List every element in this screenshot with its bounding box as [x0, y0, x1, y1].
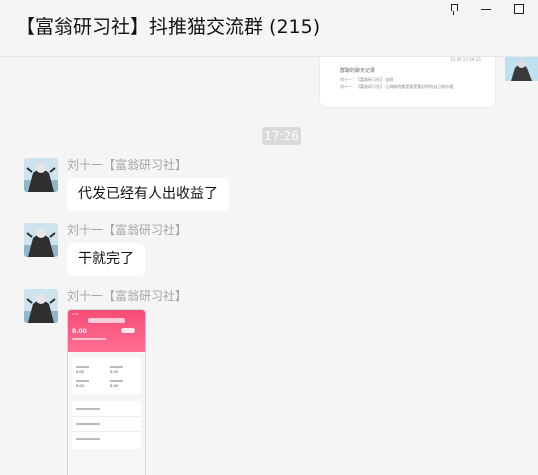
- avatar[interactable]: [24, 289, 58, 323]
- stat-cell: 0.00: [110, 366, 136, 376]
- avatar-image: [24, 158, 58, 192]
- pin-icon: [449, 3, 458, 15]
- stat-cell: 0.00: [76, 366, 102, 376]
- maximize-icon: [514, 4, 524, 14]
- phone-stats-card: 0.00 0.00 0.00 0.00: [72, 358, 141, 394]
- avatar-image: [505, 57, 538, 81]
- phone-header: 9:41 0.00: [68, 310, 145, 352]
- card-line: 刘十一：【富翁研习社】:自刷: [340, 77, 394, 82]
- avatar[interactable]: [24, 158, 58, 192]
- menu-row: [76, 408, 100, 410]
- message-bubble[interactable]: 干就完了: [67, 243, 145, 276]
- divider: [72, 431, 141, 432]
- pin-button[interactable]: [437, 0, 469, 18]
- avatar[interactable]: [24, 223, 58, 257]
- minimize-button[interactable]: [470, 0, 502, 18]
- phone-button: [121, 328, 135, 333]
- avatar[interactable]: [505, 57, 538, 81]
- minimize-icon: [481, 8, 491, 10]
- timestamp: 17:26: [262, 127, 301, 145]
- stat-value: 0.00: [76, 370, 84, 374]
- menu-row: [76, 438, 100, 440]
- stat-label: [110, 380, 123, 382]
- menu-row: [76, 423, 100, 425]
- avatar-image: [24, 289, 58, 323]
- card-meta: 12:09 17:49:15: [450, 57, 481, 62]
- sender-name: 刘十一【富翁研习社】: [67, 289, 188, 303]
- maximize-button[interactable]: [503, 0, 535, 18]
- stat-label: [76, 380, 89, 382]
- avatar-image: [24, 223, 58, 257]
- image-message[interactable]: 9:41 0.00 0.00 0.00 0.00 0.00: [67, 309, 146, 475]
- forwarded-chat-card[interactable]: 12:09 17:49:15 群聊的聊天记录 刘十一：【富翁研习社】:自刷 刘十…: [320, 57, 495, 107]
- divider: [72, 416, 141, 417]
- card-heading: 群聊的聊天记录: [340, 68, 376, 74]
- card-line: 刘十一：【富翁研习社】:让刷刷的都是要是要好的的自己刷价格: [340, 84, 454, 89]
- phone-title: [88, 318, 125, 323]
- message-list[interactable]: 12:09 17:49:15 群聊的聊天记录 刘十一：【富翁研习社】:自刷 刘十…: [0, 57, 538, 475]
- stat-label: [110, 366, 123, 368]
- phone-menu-list: [72, 401, 141, 449]
- message-bubble[interactable]: 代发已经有人出收益了: [67, 178, 229, 211]
- phone-subtitle: [72, 338, 106, 340]
- stat-value: 0.00: [110, 370, 118, 374]
- stat-cell: 0.00: [76, 380, 102, 390]
- title-bar: 【富翁研习社】抖推猫交流群 (215): [0, 0, 538, 57]
- chat-title: 【富翁研习社】抖推猫交流群 (215): [16, 16, 321, 38]
- stat-cell: 0.00: [110, 380, 136, 390]
- sender-name: 刘十一【富翁研习社】: [67, 223, 188, 237]
- stat-label: [76, 366, 89, 368]
- phone-status-time: 9:41: [72, 312, 79, 316]
- sender-name: 刘十一【富翁研习社】: [67, 158, 188, 172]
- stat-value: 0.00: [76, 384, 84, 388]
- phone-amount: 0.00: [72, 328, 87, 335]
- stat-value: 0.00: [110, 384, 118, 388]
